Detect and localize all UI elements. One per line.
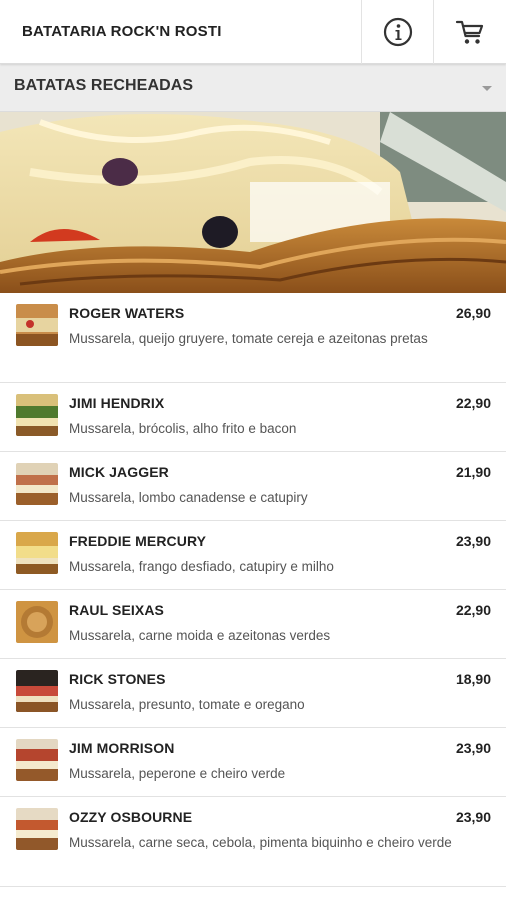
product-name: FREDDIE MERCURY xyxy=(69,533,207,549)
list-item[interactable]: ROGER WATERS 26,90 Mussarela, queijo gru… xyxy=(0,293,506,383)
product-price: 23,90 xyxy=(455,740,491,756)
category-title: BATATAS RECHEADAS xyxy=(14,77,194,94)
product-description: Mussarela, frango desfiado, catupiry e m… xyxy=(69,559,334,574)
info-button[interactable] xyxy=(361,0,433,64)
info-circle-icon xyxy=(383,17,412,47)
product-name: MICK JAGGER xyxy=(69,464,169,480)
product-description: Mussarela, presunto, tomate e oregano xyxy=(69,697,305,712)
list-item[interactable]: FREDDIE MERCURY 23,90 Mussarela, frango … xyxy=(0,521,506,590)
product-price: 26,90 xyxy=(455,305,491,321)
product-name: ROGER WATERS xyxy=(69,305,185,321)
list-item[interactable]: JIM MORRISON 23,90 Mussarela, peperone e… xyxy=(0,728,506,797)
product-price: 22,90 xyxy=(455,395,491,411)
product-description: Mussarela, peperone e cheiro verde xyxy=(69,766,286,781)
product-description: Mussarela, brócolis, alho frito e bacon xyxy=(69,421,297,436)
list-item[interactable]: RICK STONES 18,90 Mussarela, presunto, t… xyxy=(0,659,506,728)
product-description: Mussarela, queijo gruyere, tomate cereja… xyxy=(69,331,428,346)
category-selector[interactable]: BATATAS RECHEADAS xyxy=(0,64,506,112)
app-header: BATATARIA ROCK'N ROSTI xyxy=(0,0,506,64)
product-description: Mussarela, carne moida e azeitonas verde… xyxy=(69,628,331,643)
list-item[interactable]: RAUL SEIXAS 22,90 Mussarela, carne moida… xyxy=(0,590,506,659)
product-price: 23,90 xyxy=(455,809,491,825)
app-title: BATATARIA ROCK'N ROSTI xyxy=(22,23,222,40)
product-description: Mussarela, carne seca, cebola, pimenta b… xyxy=(69,835,452,850)
product-price: 22,90 xyxy=(455,602,491,618)
product-list: ROGER WATERS 26,90 Mussarela, queijo gru… xyxy=(0,293,506,887)
caret-down-icon xyxy=(482,86,492,91)
product-name: OZZY OSBOURNE xyxy=(69,809,193,825)
list-item[interactable]: MICK JAGGER 21,90 Mussarela, lombo canad… xyxy=(0,452,506,521)
product-price: 23,90 xyxy=(455,533,491,549)
product-description: Mussarela, lombo canadense e catupiry xyxy=(69,490,308,505)
cart-button[interactable] xyxy=(433,0,505,64)
product-name: RAUL SEIXAS xyxy=(69,602,164,618)
product-name: JIMI HENDRIX xyxy=(69,395,165,411)
product-price: 18,90 xyxy=(455,671,491,687)
product-name: JIM MORRISON xyxy=(69,740,175,756)
product-price: 21,90 xyxy=(455,464,491,480)
list-item[interactable]: OZZY OSBOURNE 23,90 Mussarela, carne sec… xyxy=(0,797,506,887)
list-item[interactable]: JIMI HENDRIX 22,90 Mussarela, brócolis, … xyxy=(0,383,506,452)
shopping-cart-icon xyxy=(455,20,483,44)
product-name: RICK STONES xyxy=(69,671,166,687)
category-banner-image xyxy=(0,112,506,293)
